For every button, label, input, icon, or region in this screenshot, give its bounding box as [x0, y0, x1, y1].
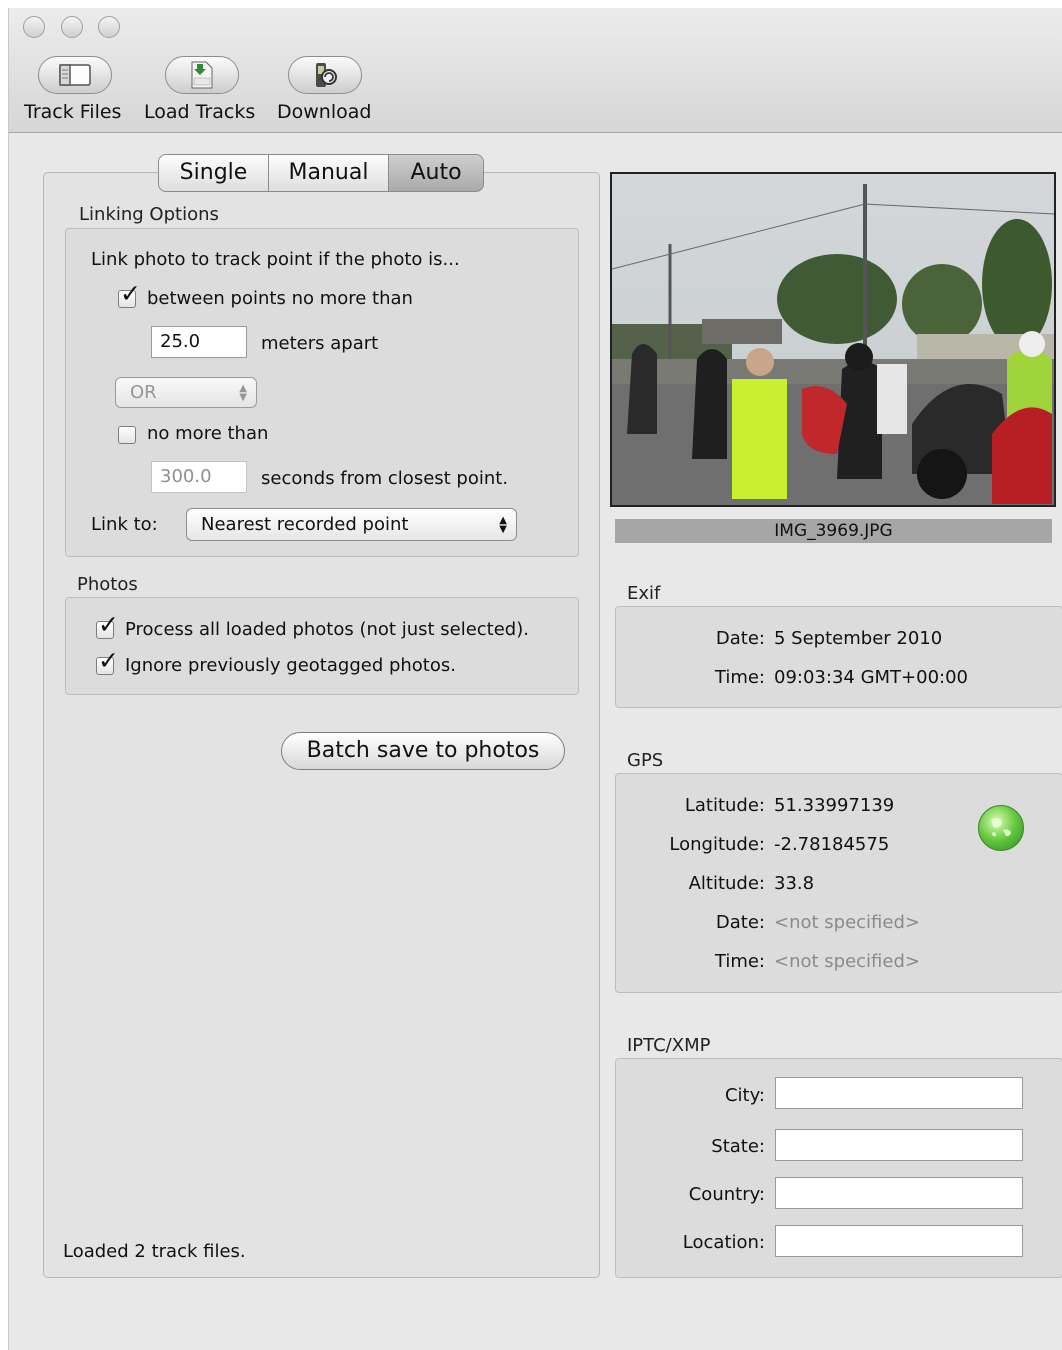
sidebar-icon	[59, 64, 91, 86]
photos-title: Photos	[77, 574, 138, 595]
country-label: Country:	[688, 1184, 765, 1205]
download-icon	[316, 63, 337, 87]
photo-image	[612, 174, 1054, 505]
exif-date-label: Date:	[715, 628, 765, 649]
city-label: City:	[724, 1085, 765, 1106]
load-tracks-label[interactable]: Load Tracks	[144, 101, 255, 123]
select-arrows-icon: ▲ ▼	[499, 514, 507, 535]
close-window-button[interactable]	[23, 16, 45, 38]
latitude-label: Latitude:	[684, 795, 765, 816]
latitude-value: 51.33997139	[774, 795, 895, 816]
linking-intro-text: Link photo to track point if the photo i…	[91, 249, 460, 270]
ignore-geotagged-label[interactable]: Ignore previously geotagged photos.	[125, 655, 456, 676]
link-to-select[interactable]: Nearest recorded point ▲ ▼	[186, 508, 517, 541]
exif-date-value: 5 September 2010	[774, 628, 943, 649]
zoom-window-button[interactable]	[98, 16, 120, 38]
select-arrows-icon: ▲ ▼	[239, 382, 247, 403]
between-points-label[interactable]: between points no more than	[147, 288, 413, 309]
process-all-checkbox[interactable]: ✓	[96, 612, 119, 639]
batch-save-button[interactable]: Batch save to photos	[281, 732, 565, 770]
gpx-file-icon	[191, 61, 213, 89]
tab-auto[interactable]: Auto	[388, 154, 484, 192]
exif-time-label: Time:	[714, 667, 765, 688]
gps-time-value: <not specified>	[774, 951, 920, 972]
ignore-geotagged-checkbox[interactable]: ✓	[96, 648, 119, 675]
gps-time-label: Time:	[714, 951, 765, 972]
process-all-label[interactable]: Process all loaded photos (not just sele…	[125, 619, 529, 640]
track-files-label[interactable]: Track Files	[24, 101, 121, 123]
linking-options-title: Linking Options	[79, 204, 219, 225]
map-glyph	[991, 818, 1011, 837]
no-more-than-label[interactable]: no more than	[147, 423, 268, 444]
state-field[interactable]	[775, 1129, 1023, 1161]
exif-time-value: 09:03:34 GMT+00:00	[774, 667, 968, 688]
distance-input[interactable]: 25.0	[151, 326, 247, 358]
altitude-value: 33.8	[774, 873, 815, 894]
load-tracks-button[interactable]	[165, 56, 239, 94]
operator-value: OR	[130, 382, 157, 403]
longitude-label: Longitude:	[669, 834, 765, 855]
minimize-window-button[interactable]	[61, 16, 83, 38]
no-more-than-checkbox[interactable]	[118, 426, 136, 444]
tab-single[interactable]: Single	[158, 154, 269, 192]
country-field[interactable]	[775, 1177, 1023, 1209]
photos-box	[65, 597, 579, 695]
status-text: Loaded 2 track files.	[63, 1241, 246, 1262]
download-button[interactable]	[288, 56, 362, 94]
state-label: State:	[711, 1136, 765, 1157]
iptc-title: IPTC/XMP	[627, 1035, 711, 1056]
altitude-label: Altitude:	[688, 873, 765, 894]
between-points-checkbox[interactable]: ✓	[118, 281, 141, 308]
link-to-value: Nearest recorded point	[201, 514, 409, 535]
app-window: Track Files Load Tracks Download Single …	[8, 8, 1062, 1350]
track-files-button[interactable]	[38, 56, 112, 94]
seconds-unit-label: seconds from closest point.	[261, 468, 509, 489]
location-field[interactable]	[775, 1225, 1023, 1257]
gps-title: GPS	[627, 750, 664, 771]
exif-title: Exif	[627, 583, 661, 604]
photo-preview[interactable]	[610, 172, 1056, 507]
link-to-label: Link to:	[91, 514, 158, 535]
operator-select[interactable]: OR ▲ ▼	[115, 377, 257, 408]
exif-box	[615, 606, 1062, 708]
globe-icon[interactable]	[978, 805, 1024, 851]
tab-manual[interactable]: Manual	[268, 154, 389, 192]
download-label[interactable]: Download	[277, 101, 371, 123]
distance-unit-label: meters apart	[261, 333, 379, 354]
gps-date-label: Date:	[715, 912, 765, 933]
gps-date-value: <not specified>	[774, 912, 920, 933]
city-field[interactable]	[775, 1077, 1023, 1109]
seconds-input[interactable]: 300.0	[151, 461, 247, 493]
toolbar: Track Files Load Tracks Download	[9, 8, 1062, 133]
longitude-value: -2.78184575	[774, 834, 890, 855]
photo-caption: IMG_3969.JPG	[615, 519, 1052, 543]
location-label: Location:	[682, 1232, 765, 1253]
